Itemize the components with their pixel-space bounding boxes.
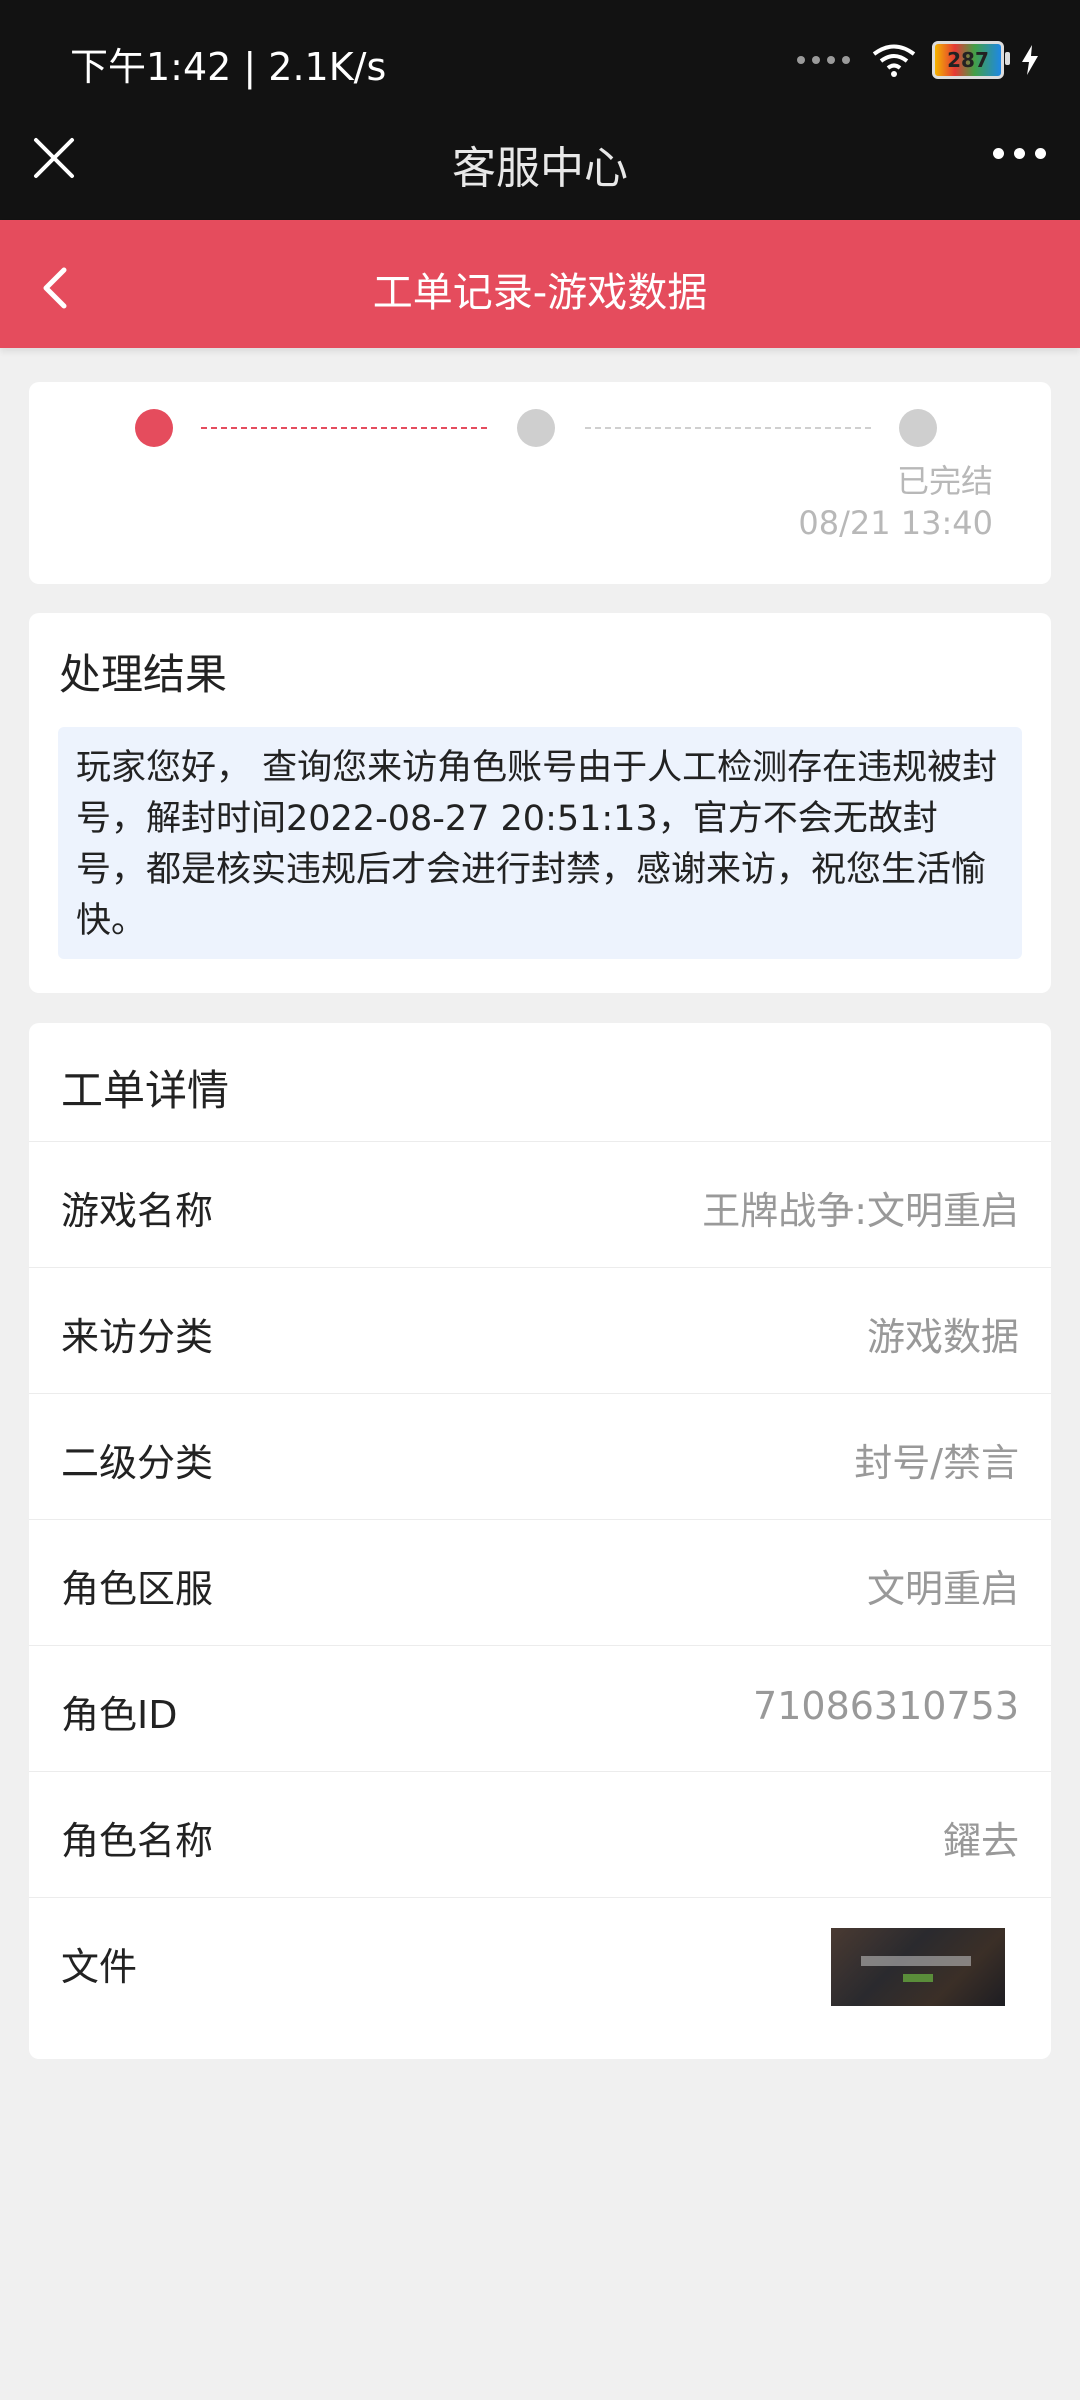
detail-row-visit-category: 来访分类 游戏数据 — [29, 1267, 1051, 1394]
thumbnail-button — [903, 1974, 933, 1982]
step-3-dot — [899, 409, 937, 447]
status-bar: 下午1:42 | 2.1K/s 287 — [0, 0, 1080, 118]
details-card: 工单详情 游戏名称 王牌战争:文明重启 来访分类 游戏数据 二级分类 封号/禁言… — [29, 1023, 1051, 2059]
detail-value: 游戏数据 — [866, 1315, 1019, 1359]
detail-label: 角色ID — [61, 1693, 178, 1737]
page-title: 工单记录-游戏数据 — [372, 270, 708, 316]
detail-label: 文件 — [61, 1945, 138, 1989]
status-time: 08/21 13:40 — [798, 504, 993, 542]
wifi-icon — [872, 44, 916, 77]
detail-row-role-id: 角色ID 71086310753 — [29, 1645, 1051, 1772]
step-1-line — [201, 427, 487, 429]
status-label: 已完结 — [896, 462, 993, 500]
detail-label: 角色区服 — [61, 1567, 214, 1611]
result-card: 处理结果 玩家您好， 查询您来访角色账号由于人工检测存在违规被封号，解封时间20… — [29, 613, 1051, 993]
app-bar: 客服中心 — [0, 118, 1080, 220]
battery-label: 287 — [947, 48, 989, 72]
more-options-icon[interactable] — [993, 148, 1046, 159]
detail-label: 二级分类 — [61, 1441, 214, 1485]
detail-row-file: 文件 — [29, 1897, 1051, 2024]
step-1-dot — [135, 409, 173, 447]
step-2-line — [585, 427, 871, 429]
detail-value: 王牌战争:文明重启 — [702, 1189, 1019, 1233]
step-status: 已完结 08/21 13:40 — [798, 460, 993, 544]
result-title: 处理结果 — [59, 650, 228, 699]
details-title: 工单详情 — [61, 1066, 230, 1115]
charging-icon — [1022, 45, 1038, 75]
detail-value: 71086310753 — [753, 1684, 1019, 1728]
app-title: 客服中心 — [452, 143, 628, 194]
detail-row-game-name: 游戏名称 王牌战争:文明重启 — [29, 1141, 1051, 1268]
detail-label: 来访分类 — [61, 1315, 214, 1359]
detail-value: 鑃去 — [942, 1819, 1019, 1863]
status-time: 下午1:42 | 2.1K/s — [70, 45, 387, 89]
thumbnail-dialog — [861, 1956, 971, 1966]
result-text: 玩家您好， 查询您来访角色账号由于人工检测存在违规被封号，解封时间2022-08… — [58, 727, 1022, 959]
detail-row-server: 角色区服 文明重启 — [29, 1519, 1051, 1646]
step-2-dot — [517, 409, 555, 447]
status-icons: 287 — [797, 38, 1040, 82]
detail-row-sub-category: 二级分类 封号/禁言 — [29, 1393, 1051, 1520]
detail-label: 角色名称 — [61, 1819, 214, 1863]
detail-value: 封号/禁言 — [854, 1441, 1019, 1485]
detail-row-role-name: 角色名称 鑃去 — [29, 1771, 1051, 1898]
progress-card: 已完结 08/21 13:40 — [29, 382, 1051, 584]
file-thumbnail[interactable] — [831, 1928, 1005, 2006]
battery-icon: 287 — [932, 41, 1010, 79]
page-header: 工单记录-游戏数据 — [0, 220, 1080, 348]
more-notifications-icon — [797, 56, 850, 64]
detail-label: 游戏名称 — [61, 1189, 214, 1233]
detail-value: 文明重启 — [866, 1567, 1019, 1611]
